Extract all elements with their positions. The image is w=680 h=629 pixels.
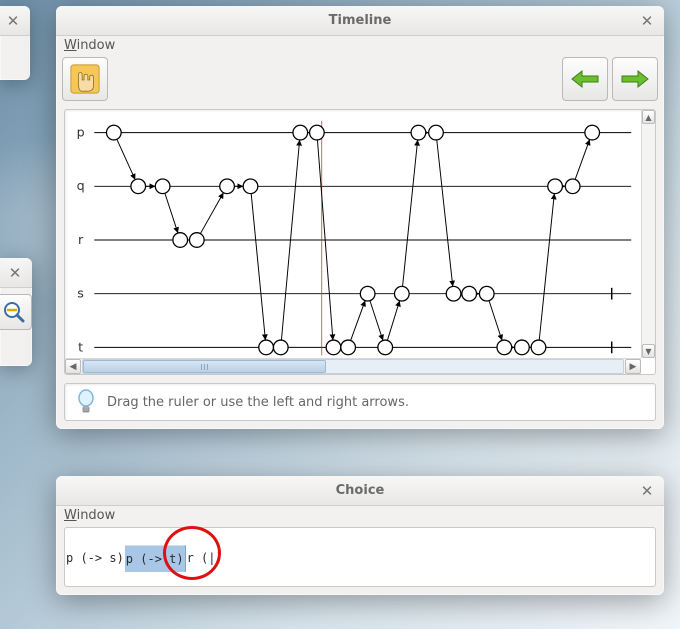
choice-window: Choice ✕ Window p (-> s)p (-> t)r (|) bbox=[56, 476, 664, 595]
zoom-out-icon bbox=[2, 300, 26, 324]
scroll-track[interactable] bbox=[82, 359, 624, 374]
background-window-fragment-2: ✕ bbox=[0, 258, 32, 366]
titlebar[interactable]: Choice ✕ bbox=[56, 476, 664, 506]
background-window-fragment-1: ✕ bbox=[0, 6, 30, 80]
lightbulb-icon bbox=[75, 388, 97, 416]
close-icon[interactable]: ✕ bbox=[6, 264, 24, 282]
scroll-left-arrow[interactable]: ◀ bbox=[65, 359, 81, 374]
timeline-window: Timeline ✕ Window p q r s t bbox=[56, 6, 664, 429]
menubar: Window bbox=[56, 506, 664, 523]
svg-text:r: r bbox=[78, 232, 84, 247]
pointing-hand-icon bbox=[69, 62, 101, 96]
svg-text:s: s bbox=[77, 286, 84, 301]
svg-text:p: p bbox=[77, 125, 85, 140]
vertical-scrollbar[interactable]: ▲ ▼ bbox=[641, 110, 655, 358]
svg-text:q: q bbox=[77, 178, 85, 193]
svg-text:t: t bbox=[78, 339, 83, 354]
arrow-right-icon bbox=[620, 69, 650, 89]
scroll-track[interactable] bbox=[642, 124, 655, 344]
scroll-down-arrow[interactable]: ▼ bbox=[642, 344, 655, 358]
step-back-button[interactable] bbox=[562, 57, 608, 101]
window-title: Choice bbox=[336, 483, 385, 498]
timeline-chart-panel: p q r s t ▲ ▼ ◀ ▶ bbox=[64, 109, 656, 375]
choice-list[interactable]: p (-> s)p (-> t)r (|) bbox=[64, 527, 656, 587]
choice-item[interactable]: p (-> s) bbox=[65, 545, 125, 572]
timeline-chart[interactable]: p q r s t ▲ ▼ ◀ ▶ bbox=[65, 110, 655, 374]
ruler-tool-button[interactable] bbox=[62, 57, 108, 101]
horizontal-scrollbar[interactable]: ◀ ▶ bbox=[65, 358, 641, 374]
zoom-out-button[interactable] bbox=[0, 294, 32, 330]
scroll-right-arrow[interactable]: ▶ bbox=[625, 359, 641, 374]
toolbar bbox=[56, 53, 664, 105]
titlebar[interactable]: Timeline ✕ bbox=[56, 6, 664, 36]
menubar: Window bbox=[56, 36, 664, 53]
window-title: Timeline bbox=[329, 13, 392, 28]
close-button[interactable]: ✕ bbox=[638, 12, 656, 30]
choice-item[interactable]: r (|) bbox=[186, 545, 224, 572]
close-icon: ✕ bbox=[641, 484, 654, 499]
close-button[interactable]: ✕ bbox=[638, 482, 656, 500]
menu-window[interactable]: Window bbox=[64, 38, 115, 53]
close-icon[interactable]: ✕ bbox=[4, 12, 22, 30]
scroll-up-arrow[interactable]: ▲ bbox=[642, 110, 655, 124]
hint-panel: Drag the ruler or use the left and right… bbox=[64, 383, 656, 421]
timeline-svg: p q r s t bbox=[65, 110, 641, 370]
choice-item[interactable]: p (-> t) bbox=[125, 545, 186, 572]
scroll-thumb[interactable] bbox=[83, 360, 326, 373]
menu-window[interactable]: Window bbox=[64, 508, 115, 523]
arrow-left-icon bbox=[570, 69, 600, 89]
hint-text: Drag the ruler or use the left and right… bbox=[107, 395, 409, 410]
close-icon: ✕ bbox=[641, 14, 654, 29]
step-forward-button[interactable] bbox=[612, 57, 658, 101]
